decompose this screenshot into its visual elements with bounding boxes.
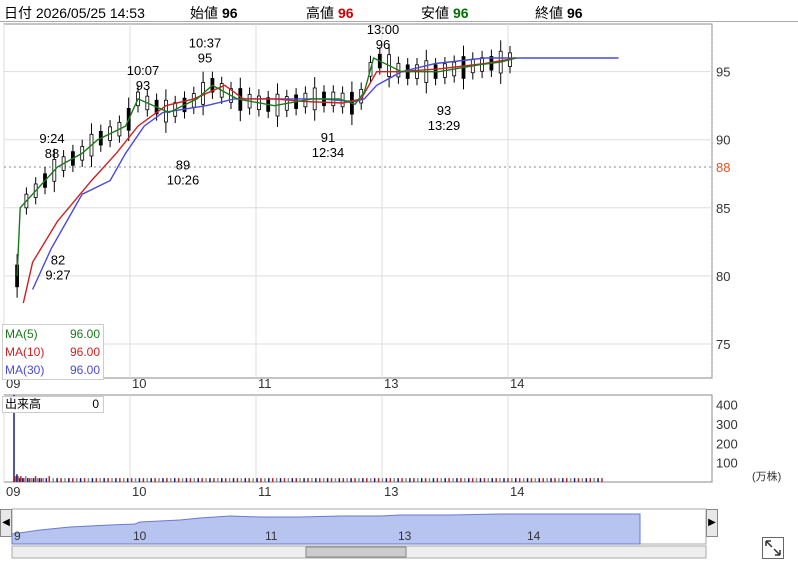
annotation-price: 93 [437,103,451,118]
volume-legend: 出来高 0 [2,396,104,413]
close-value: 96 [567,5,583,21]
scroll-right-button[interactable]: ▶ [706,509,718,537]
ma5-value: 96.00 [69,327,100,341]
vol-x-tick-label: 11 [258,484,272,499]
y-tick-label: 95 [716,65,730,80]
annotation-time: 10:37 [189,36,222,51]
ma-legend: MA(5) 96.00 MA(10) 96.00 MA(30) 96.00 [2,324,104,380]
x-tick-label: 14 [510,376,524,391]
y-tick-label: 80 [716,269,730,284]
date-field: 日付 2026/05/25 14:53 [4,3,145,23]
x-tick-label: 10 [132,376,146,391]
close-label: 終値 [535,5,563,21]
y-tick-label: 75 [716,337,730,352]
annotation-time: 13:00 [367,22,400,37]
ma10-legend-row: MA(10) 96.00 [3,343,103,361]
low-field: 安値 96 [421,3,469,23]
annotation-price: 88 [45,146,59,161]
scroll-left-button[interactable]: ◀ [0,509,12,537]
volume-value: 0 [92,397,99,411]
x-tick-label: 11 [258,376,272,391]
ma30-value: 96.00 [69,363,100,377]
volume-tick-label: 200 [716,436,738,451]
ma30-legend-row: MA(30) 96.00 [3,361,103,379]
close-field: 終値 96 [535,3,583,23]
annotation-price: 93 [136,78,150,93]
volume-unit-label: (万株) [752,469,781,483]
y-tick-label: 90 [716,133,730,148]
annotation-time: 13:29 [428,118,461,133]
main-plot-frame [3,23,713,379]
ma10-value: 96.00 [69,345,100,359]
vol-x-tick-label: 10 [132,484,146,499]
vol-x-tick-label: 14 [510,484,524,499]
annotation-price: 82 [51,253,65,268]
navigator-label: 13 [398,529,412,543]
navigator-thumb [305,546,407,558]
vol-x-tick-label: 13 [384,484,398,499]
datetime-value: 2026/05/25 14:53 [35,5,145,21]
quote-header: 日付 2026/05/25 14:53 始値 96 高値 96 安値 96 終値 96 [0,0,798,22]
volume-tick-label: 300 [716,417,738,432]
volume-plot-frame [3,394,713,483]
navigator-label: 11 [265,529,278,543]
navigator-label: 14 [527,529,541,543]
annotation-time: 9:24 [39,131,64,146]
high-label: 高値 [306,5,334,21]
vol-x-tick-label: 09 [6,484,20,499]
annotation-price: 91 [321,130,335,145]
low-label: 安値 [421,5,449,21]
high-value: 96 [338,5,354,21]
annotation-time: 10:26 [167,172,200,187]
open-field: 始値 96 [190,3,238,23]
annotation-price: 96 [376,37,390,52]
stock-chart[interactable]: 959085807509091010111113131414889:248882… [0,22,798,565]
annotation-time: 12:34 [312,145,345,160]
volume-tick-label: 400 [716,398,738,413]
ma5-label: MA(5) [5,327,38,341]
annotation-time: 9:27 [45,268,70,283]
open-label: 始値 [190,5,218,21]
volume-tick-label: 100 [716,456,738,471]
reference-price-label: 88 [716,160,730,175]
ma10-label: MA(10) [5,345,45,359]
annotation-price: 89 [176,157,190,172]
ma30-label: MA(30) [5,363,45,377]
date-label: 日付 [4,5,32,21]
navigator-label: 10 [133,529,147,543]
volume-label: 出来高 [5,397,42,411]
y-tick-label: 85 [716,201,730,216]
ma5-legend-row: MA(5) 96.00 [3,325,103,343]
low-value: 96 [453,5,469,21]
annotation-time: 10:07 [127,63,160,78]
navigator-label: 9 [14,529,21,543]
annotation-price: 95 [198,51,212,66]
high-field: 高値 96 [306,3,354,23]
open-value: 96 [222,5,238,21]
expand-icon[interactable] [762,537,784,559]
x-tick-label: 13 [384,376,398,391]
